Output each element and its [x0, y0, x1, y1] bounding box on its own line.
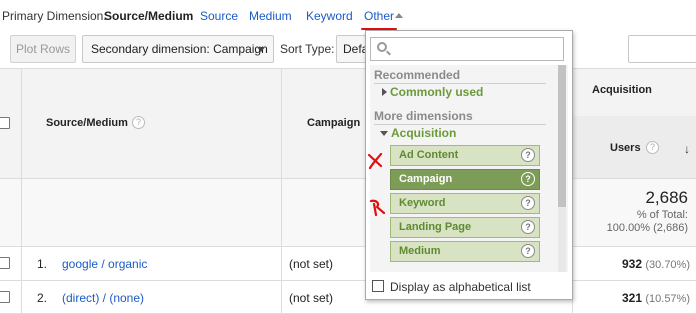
popup-scrollbar[interactable]	[558, 65, 566, 272]
caret-down-icon	[257, 47, 265, 52]
data-table: Source/Medium ? Campaign Acquisition Use…	[0, 68, 696, 314]
alphabetical-option[interactable]: Display as alphabetical list	[370, 277, 568, 299]
secondary-dimension-value: Secondary dimension: Campaign	[91, 42, 268, 56]
row-number: 2.	[37, 291, 48, 305]
primary-dimension-label: Primary Dimension:	[2, 9, 107, 23]
acquisition-group[interactable]: Acquisition	[391, 126, 456, 140]
dimension-item-landing-page[interactable]: Landing Page ?	[390, 217, 540, 238]
secondary-dimension-select[interactable]: Secondary dimension: Campaign	[82, 35, 274, 63]
red-x-mark-annotation	[367, 152, 383, 170]
users-heading: Users	[610, 142, 641, 154]
dimension-link-source[interactable]: Source	[200, 9, 238, 23]
divider	[0, 246, 696, 247]
dimension-list: Recommended Commonly used More dimension…	[370, 65, 568, 272]
row-source-link[interactable]: google / organic	[62, 257, 147, 271]
row-source-link[interactable]: (direct) / (none)	[62, 291, 144, 305]
totals-row	[0, 178, 696, 246]
row-campaign: (not set)	[289, 257, 334, 271]
help-icon[interactable]: ?	[521, 196, 535, 210]
dimension-item-label: Keyword	[399, 197, 446, 209]
column-header-campaign[interactable]: Campaign	[307, 117, 360, 129]
divider	[374, 83, 546, 84]
caret-up-icon	[395, 13, 403, 18]
dimension-item-ad-content[interactable]: Ad Content ?	[390, 145, 540, 166]
primary-dimension-bar: Primary Dimension: Source/Medium Source …	[0, 0, 696, 32]
alphabetical-checkbox[interactable]	[372, 280, 384, 292]
select-all-checkbox[interactable]	[0, 117, 10, 129]
row-checkbox[interactable]	[0, 291, 10, 303]
column-header-source-medium[interactable]: Source/Medium	[46, 117, 128, 129]
divider	[281, 68, 282, 314]
dimension-item-campaign[interactable]: Campaign ?	[390, 169, 540, 190]
collapse-down-icon[interactable]	[380, 131, 388, 136]
row-users-value: 321	[621, 291, 643, 305]
help-icon[interactable]: ?	[521, 148, 535, 162]
help-icon[interactable]: ?	[521, 244, 535, 258]
dimension-picker-popup: Recommended Commonly used More dimension…	[365, 30, 573, 300]
total-pct-label: % of Total:	[636, 209, 688, 221]
commonly-used-group[interactable]: Commonly used	[390, 85, 483, 99]
plot-rows-button[interactable]: Plot Rows	[10, 35, 76, 63]
total-users-value: 2,686	[645, 188, 688, 207]
dimension-item-label: Medium	[399, 245, 441, 257]
more-dimensions-heading: More dimensions	[374, 109, 473, 123]
dimension-search-input[interactable]	[370, 37, 564, 61]
alphabetical-label: Display as alphabetical list	[390, 280, 531, 294]
total-pct-value: 100.00% (2,686)	[606, 222, 688, 234]
divider	[0, 178, 696, 179]
recommended-heading: Recommended	[374, 68, 461, 82]
row-users-pct: (30.70%)	[645, 259, 690, 271]
row-campaign: (not set)	[289, 291, 334, 305]
analytics-report: Primary Dimension: Source/Medium Source …	[0, 0, 696, 314]
divider	[21, 68, 22, 314]
report-toolbar: Plot Rows Secondary dimension: Campaign …	[0, 32, 696, 68]
divider	[374, 124, 546, 125]
dimension-item-label: Landing Page	[399, 221, 472, 233]
acquisition-heading: Acquisition	[592, 84, 652, 96]
row-checkbox[interactable]	[0, 257, 10, 269]
acquisition-group-header: Acquisition	[572, 68, 696, 116]
help-icon[interactable]: ?	[646, 141, 659, 154]
dimension-link-medium[interactable]: Medium	[249, 9, 292, 23]
row-number: 1.	[37, 257, 48, 271]
toolbar-right-control[interactable]	[628, 35, 696, 63]
help-icon[interactable]: ?	[521, 172, 535, 186]
dimension-item-medium[interactable]: Medium ?	[390, 241, 540, 262]
red-x-mark-annotation	[369, 199, 386, 217]
search-icon-handle	[386, 50, 391, 56]
dimension-item-keyword[interactable]: Keyword ?	[390, 193, 540, 214]
sort-type-label: Sort Type:	[280, 42, 335, 56]
row-users-value: 932	[621, 257, 643, 271]
help-icon[interactable]: ?	[132, 116, 145, 129]
dimension-item-label: Campaign	[399, 173, 453, 185]
sort-down-arrow-icon[interactable]: ↓	[684, 142, 690, 156]
expand-right-icon[interactable]	[382, 88, 387, 96]
dimension-item-label: Ad Content	[399, 149, 459, 161]
row-users: 932 (30.70%)	[622, 257, 690, 271]
dimension-link-keyword[interactable]: Keyword	[306, 9, 353, 23]
help-icon[interactable]: ?	[521, 220, 535, 234]
popup-scrollbar-thumb[interactable]	[558, 65, 566, 207]
dimension-link-other[interactable]: Other	[364, 9, 394, 23]
row-users: 321 (10.57%)	[622, 291, 690, 305]
row-users-pct: (10.57%)	[645, 293, 690, 305]
column-header-users[interactable]: Users ?	[572, 116, 696, 178]
primary-dimension-current: Source/Medium	[104, 9, 194, 23]
divider	[0, 280, 696, 281]
